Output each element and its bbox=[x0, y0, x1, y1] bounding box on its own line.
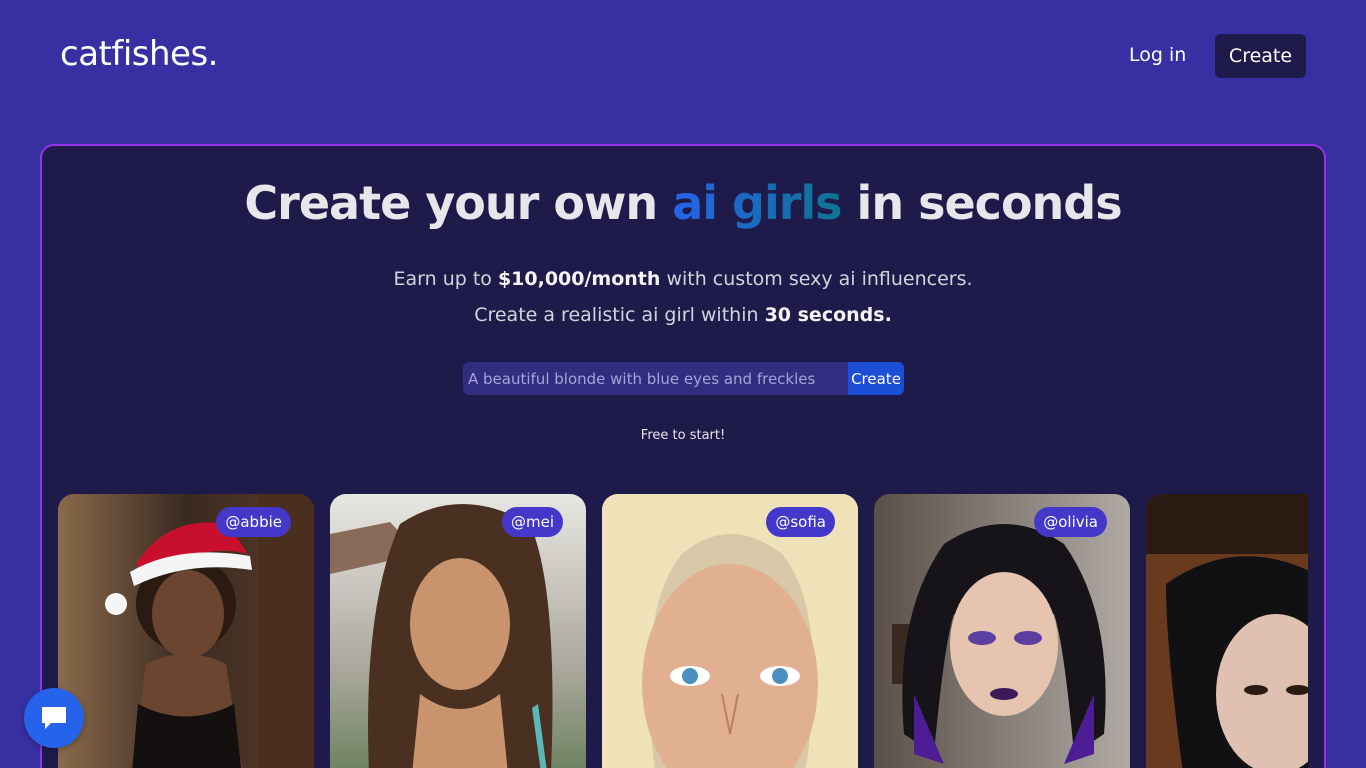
chat-launcher-button[interactable] bbox=[24, 688, 84, 748]
speed-duration: 30 seconds. bbox=[764, 304, 892, 326]
speed-text-start: Create a realistic ai girl within bbox=[474, 304, 765, 326]
influencer-card[interactable]: @ bbox=[1146, 494, 1308, 768]
influencer-gallery: @abbie @mei @sofia @olivia bbox=[58, 494, 1308, 768]
login-link[interactable]: Log in bbox=[1129, 44, 1186, 66]
prompt-input[interactable] bbox=[463, 362, 848, 395]
influencer-handle[interactable]: @sofia bbox=[766, 507, 835, 537]
influencer-card[interactable]: @mei bbox=[330, 494, 586, 768]
headline-highlight: ai girls bbox=[672, 176, 842, 230]
influencer-handle[interactable]: @abbie bbox=[216, 507, 291, 537]
prompt-form: Create bbox=[463, 362, 904, 395]
prompt-create-button[interactable]: Create bbox=[848, 362, 904, 395]
free-to-start-note: Free to start! bbox=[640, 428, 726, 443]
influencer-card[interactable]: @sofia bbox=[602, 494, 858, 768]
influencer-handle[interactable]: @olivia bbox=[1034, 507, 1107, 537]
headline-start: Create your own bbox=[244, 176, 673, 230]
hero-panel: Create your own ai girls in seconds Earn… bbox=[40, 144, 1326, 768]
influencer-handle[interactable]: @mei bbox=[501, 507, 563, 537]
influencer-photo bbox=[1146, 494, 1308, 768]
earn-amount: $10,000/month bbox=[497, 268, 661, 290]
brand-logo[interactable]: catfishes. bbox=[60, 34, 218, 74]
chat-bubble-icon bbox=[42, 707, 66, 729]
headline-end: in seconds bbox=[841, 176, 1123, 230]
influencer-card[interactable]: @olivia bbox=[874, 494, 1130, 768]
earn-text-start: Earn up to bbox=[393, 268, 498, 290]
header-create-button[interactable]: Create bbox=[1215, 34, 1306, 78]
hero-subtitle-speed: Create a realistic ai girl within 30 sec… bbox=[42, 304, 1324, 326]
hero-headline: Create your own ai girls in seconds bbox=[42, 176, 1324, 230]
earn-text-end: with custom sexy ai influencers. bbox=[660, 268, 973, 290]
hero-subtitle-earn: Earn up to $10,000/month with custom sex… bbox=[42, 268, 1324, 290]
influencer-card[interactable]: @abbie bbox=[58, 494, 314, 768]
